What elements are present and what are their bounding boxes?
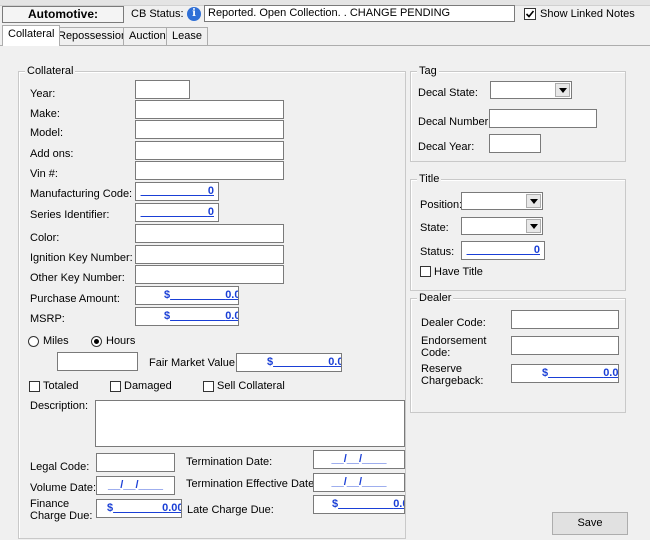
msrp-label: MSRP: bbox=[30, 313, 65, 325]
volume-date-label: Volume Date: bbox=[30, 482, 97, 494]
chevron-down-icon[interactable] bbox=[526, 194, 541, 208]
hours-radio[interactable] bbox=[91, 336, 102, 347]
cb-status-label: CB Status: bbox=[131, 8, 184, 20]
finance-charge-due-input[interactable]: $________0.00 bbox=[96, 499, 182, 518]
decal-year-label: Decal Year: bbox=[418, 141, 475, 153]
sell-collateral-label: Sell Collateral bbox=[217, 380, 285, 392]
color-label: Color: bbox=[30, 232, 60, 244]
chevron-down-icon[interactable] bbox=[555, 83, 570, 97]
manufacturing-code-label: Manufacturing Code: bbox=[30, 188, 133, 200]
description-label: Description: bbox=[30, 400, 89, 412]
add-ons-input[interactable] bbox=[135, 141, 284, 160]
chevron-down-icon[interactable] bbox=[526, 219, 541, 233]
decal-number-label: Decal Number: bbox=[418, 116, 492, 128]
reserve-chargeback-input[interactable]: $_________0.00 bbox=[511, 364, 619, 383]
tab-lease[interactable]: Lease bbox=[166, 27, 208, 45]
make-label: Make: bbox=[30, 108, 60, 120]
dealer-group-title: Dealer bbox=[417, 292, 454, 305]
series-identifier-input[interactable]: ___________0 bbox=[135, 203, 219, 222]
msrp-input[interactable]: $_________0.00 bbox=[135, 307, 239, 326]
termination-date-label: Termination Date: bbox=[186, 456, 273, 468]
other-key-input[interactable] bbox=[135, 265, 284, 284]
collateral-group-title: Collateral bbox=[25, 65, 76, 78]
legal-code-input[interactable] bbox=[96, 453, 175, 472]
make-input[interactable] bbox=[135, 100, 284, 119]
show-linked-notes-checkbox[interactable] bbox=[524, 8, 536, 20]
cb-status-field: Reported. Open Collection. . CHANGE PEND… bbox=[204, 5, 515, 22]
checkmark-icon bbox=[525, 10, 535, 18]
vin-label: Vin #: bbox=[30, 168, 58, 180]
model-input[interactable] bbox=[135, 120, 284, 139]
vin-input[interactable] bbox=[135, 161, 284, 180]
position-select[interactable] bbox=[461, 192, 543, 210]
series-identifier-label: Series Identifier: bbox=[30, 209, 110, 221]
ignition-key-label: Ignition Key Number: bbox=[30, 252, 133, 264]
reserve-chargeback-label-2: Chargeback: bbox=[421, 375, 484, 387]
late-charge-due-label: Late Charge Due: bbox=[187, 504, 274, 516]
decal-state-label: Decal State: bbox=[418, 87, 478, 99]
state-select[interactable] bbox=[461, 217, 543, 235]
ignition-key-input[interactable] bbox=[135, 245, 284, 264]
termination-effective-date-label: Termination Effective Date: bbox=[186, 478, 318, 490]
dealer-code-input[interactable] bbox=[511, 310, 619, 329]
color-input[interactable] bbox=[135, 224, 284, 243]
termination-date-input[interactable]: __/__/____ bbox=[313, 450, 405, 469]
year-label: Year: bbox=[30, 88, 56, 100]
info-icon[interactable]: i bbox=[187, 7, 201, 21]
save-button[interactable]: Save bbox=[552, 512, 628, 535]
position-label: Position: bbox=[420, 199, 463, 211]
decal-number-input[interactable] bbox=[489, 109, 597, 128]
damaged-checkbox[interactable] bbox=[110, 381, 121, 392]
miles-label: Miles bbox=[43, 335, 69, 347]
status-input[interactable]: ___________0 bbox=[461, 241, 545, 260]
purchase-amount-input[interactable]: $_________0.00 bbox=[135, 286, 239, 305]
description-textarea[interactable] bbox=[95, 400, 405, 447]
late-charge-due-input[interactable]: $_________0.00 bbox=[313, 495, 405, 514]
sell-collateral-checkbox[interactable] bbox=[203, 381, 214, 392]
dealer-code-label: Dealer Code: bbox=[421, 317, 486, 329]
add-ons-label: Add ons: bbox=[30, 148, 74, 160]
legal-code-label: Legal Code: bbox=[30, 461, 90, 473]
hours-label: Hours bbox=[106, 335, 136, 347]
finance-charge-due-label-2: Charge Due: bbox=[30, 510, 93, 522]
decal-year-input[interactable] bbox=[489, 134, 541, 153]
decal-state-select[interactable] bbox=[490, 81, 572, 99]
tab-collateral[interactable]: Collateral bbox=[2, 25, 61, 46]
have-title-label: Have Title bbox=[434, 266, 483, 278]
fair-market-value-label: Fair Market Value: bbox=[149, 357, 239, 369]
miles-hours-input[interactable] bbox=[57, 352, 138, 371]
other-key-label: Other Key Number: bbox=[30, 272, 125, 284]
totaled-label: Totaled bbox=[43, 380, 79, 392]
show-linked-notes-label: Show Linked Notes bbox=[540, 8, 635, 20]
miles-radio[interactable] bbox=[28, 336, 39, 347]
state-label: State: bbox=[420, 222, 449, 234]
volume-date-input[interactable]: __/__/____ bbox=[96, 476, 175, 495]
status-label: Status: bbox=[420, 246, 455, 258]
manufacturing-code-input[interactable]: ___________0 bbox=[135, 182, 219, 201]
tab-auction[interactable]: Auction bbox=[123, 27, 172, 45]
endorsement-code-label-2: Code: bbox=[421, 347, 451, 359]
model-label: Model: bbox=[30, 127, 64, 139]
page-title: Automotive: bbox=[2, 6, 124, 23]
endorsement-code-input[interactable] bbox=[511, 336, 619, 355]
tag-group-title: Tag bbox=[417, 65, 439, 78]
year-input[interactable] bbox=[135, 80, 190, 99]
termination-effective-date-input[interactable]: __/__/____ bbox=[313, 473, 405, 492]
totaled-checkbox[interactable] bbox=[29, 381, 40, 392]
title-group-title: Title bbox=[417, 173, 442, 186]
tab-repossession[interactable]: Repossession bbox=[52, 27, 134, 45]
fair-market-value-input[interactable]: $_________0.00 bbox=[236, 353, 342, 372]
purchase-amount-label: Purchase Amount: bbox=[30, 293, 120, 305]
damaged-label: Damaged bbox=[124, 380, 172, 392]
have-title-checkbox[interactable] bbox=[420, 266, 431, 277]
